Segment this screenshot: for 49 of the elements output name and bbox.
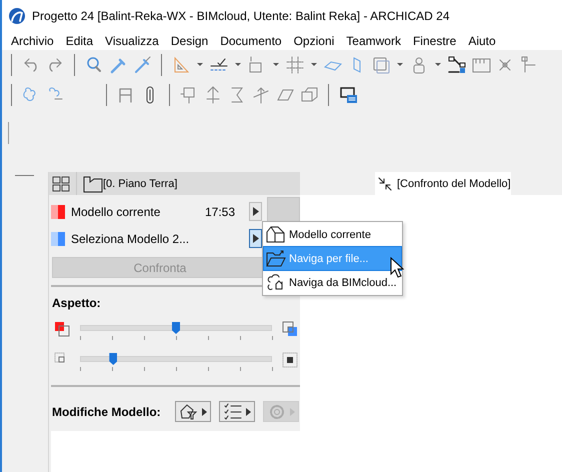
- menu-bar-item[interactable]: Archivio: [6, 34, 59, 48]
- filled-square-icon: [282, 352, 298, 368]
- grid-view-icon[interactable]: [52, 174, 70, 192]
- model-time: 17:53: [204, 204, 235, 218]
- house-icon: [266, 225, 286, 244]
- overlay-left-icon: [54, 321, 70, 337]
- house-filter-icon: [179, 402, 199, 422]
- appearance-label: Aspetto:: [52, 296, 102, 310]
- menu-bar-item[interactable]: Visualizza: [100, 34, 164, 48]
- menu-item[interactable]: Modello corrente: [264, 223, 401, 246]
- filter-button[interactable]: [175, 401, 211, 422]
- overlay-right-icon: [282, 321, 298, 337]
- model-menu-button[interactable]: [249, 202, 262, 221]
- story-tab-label[interactable]: [0. Piano Terra]: [103, 178, 178, 190]
- slider-track[interactable]: [80, 325, 272, 331]
- model-menu-button[interactable]: [249, 229, 262, 248]
- model-name: Modello corrente: [71, 204, 162, 218]
- slider-track[interactable]: [80, 356, 272, 362]
- triangle-icon: [246, 408, 251, 416]
- menu-bar-item[interactable]: Teamwork: [341, 34, 406, 48]
- list-button[interactable]: [219, 401, 255, 422]
- triangle-icon: [252, 234, 258, 243]
- triangle-icon: [252, 207, 258, 216]
- folder-icon: [266, 249, 286, 268]
- menu-bar-item[interactable]: Aiuto: [463, 34, 501, 48]
- layers-icon[interactable]: [371, 55, 391, 75]
- model-color-swatch: [51, 204, 65, 218]
- grid-snap-icon[interactable]: [285, 55, 305, 75]
- model-color-swatch: [51, 232, 65, 246]
- checklist-icon: [223, 402, 243, 422]
- menu-bar-item[interactable]: Documento: [215, 34, 287, 48]
- menu-bar-item[interactable]: Edita: [60, 34, 98, 48]
- changes-label: Modifiche Modello:: [52, 404, 162, 418]
- menu-bar-item[interactable]: Design: [166, 34, 214, 48]
- menu-bar-item[interactable]: Opzioni: [288, 34, 340, 48]
- view-tab[interactable]: [Confronto del Modello]: [375, 172, 511, 195]
- print-icon[interactable]: [338, 85, 358, 105]
- slider-thumb[interactable]: [172, 322, 180, 334]
- triangle-icon: [202, 408, 207, 416]
- slider-thumb[interactable]: [109, 353, 118, 365]
- triangle-icon: [290, 408, 295, 416]
- floor-plan-icon: [83, 174, 103, 192]
- menu-bar-item[interactable]: Finestre: [408, 34, 462, 48]
- syringe-icon[interactable]: [132, 55, 152, 75]
- window-title: Progetto 24 [Balint-Reka-WX - BIMcloud, Utente: Balint Reka] - ARCHICAD 24: [32, 9, 450, 23]
- collapse-arrows-icon: [378, 176, 392, 190]
- app-logo-icon: [8, 7, 26, 25]
- network-icon[interactable]: [447, 55, 467, 75]
- model-name: Seleziona Modello 2...: [71, 232, 190, 246]
